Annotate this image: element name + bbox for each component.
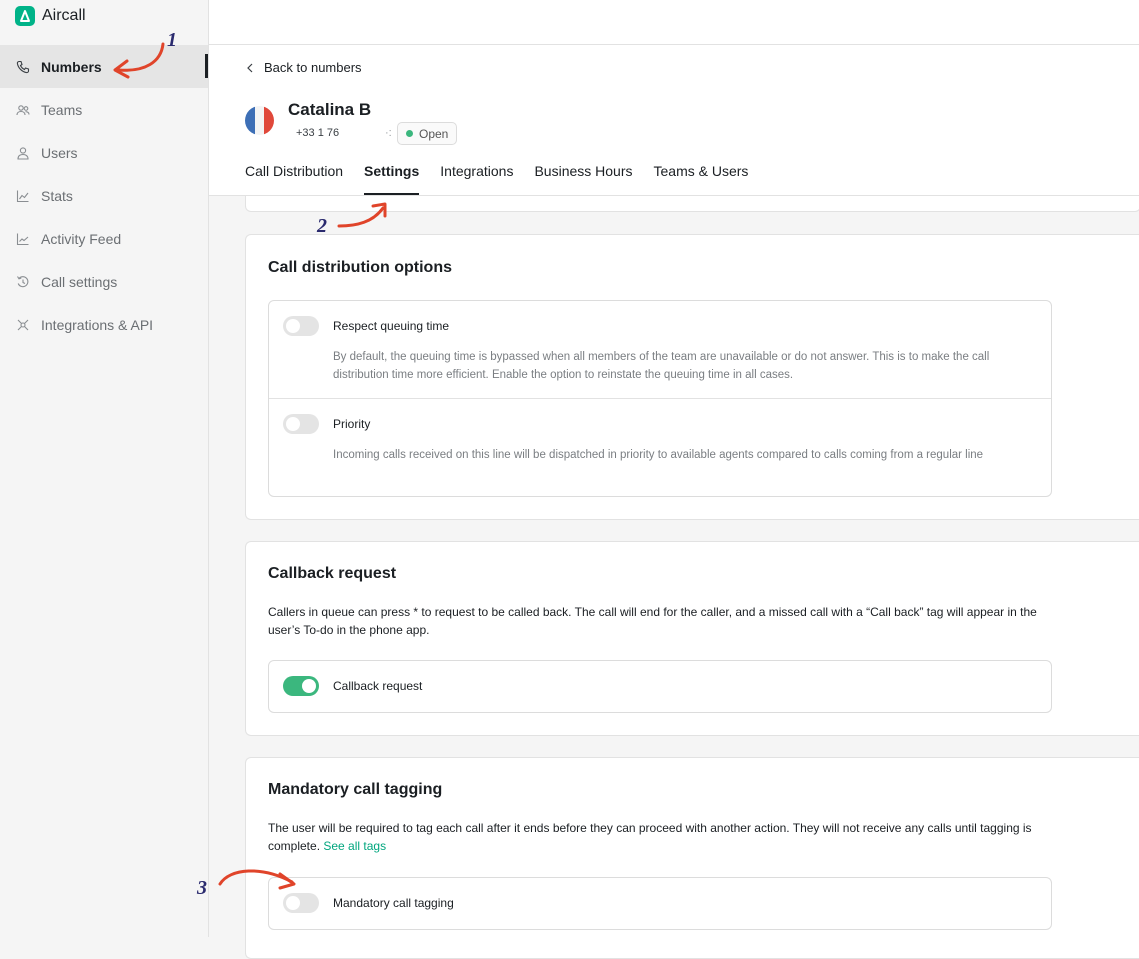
sidebar-item-teams[interactable]: Teams bbox=[0, 88, 208, 131]
status-badge: Open bbox=[397, 122, 458, 145]
number-header: Back to numbers Catalina B +33 1 76 ·: O… bbox=[209, 45, 1139, 196]
annotation-arrow-2-icon bbox=[337, 202, 387, 228]
brand[interactable]: Aircall bbox=[15, 6, 86, 26]
sidebar-item-label: Call settings bbox=[41, 273, 118, 290]
tab-integrations[interactable]: Integrations bbox=[440, 163, 513, 195]
tagging-option-box: Mandatory call tagging bbox=[268, 877, 1052, 930]
number-name: Catalina B bbox=[288, 100, 372, 119]
tab-settings[interactable]: Settings bbox=[364, 163, 420, 195]
option-label: Callback request bbox=[333, 679, 423, 693]
sidebar-item-label: Stats bbox=[41, 187, 73, 204]
france-flag-icon bbox=[245, 106, 274, 135]
back-label: Back to numbers bbox=[264, 60, 362, 75]
phone-icon bbox=[16, 60, 30, 73]
number-phone-redacted: ·: bbox=[385, 127, 392, 139]
card-description: The user will be required to tag each ca… bbox=[268, 819, 1038, 855]
status-label: Open bbox=[419, 126, 449, 141]
status-dot-icon bbox=[406, 130, 413, 137]
sidebar: Aircall Numbers Teams Users Stats Activi… bbox=[0, 0, 209, 937]
priority-toggle[interactable] bbox=[283, 414, 319, 434]
sidebar-item-label: Numbers bbox=[41, 58, 102, 75]
tab-call-distribution[interactable]: Call Distribution bbox=[245, 163, 343, 195]
option-label: Respect queuing time bbox=[333, 319, 450, 333]
mandatory-call-tagging-card: Mandatory call tagging The user will be … bbox=[245, 757, 1139, 959]
stats-icon bbox=[16, 190, 29, 202]
teams-icon bbox=[16, 104, 30, 115]
card-title: Mandatory call tagging bbox=[268, 781, 443, 798]
toggle-knob bbox=[286, 319, 300, 333]
annotation-number-3: 3 bbox=[197, 877, 207, 899]
option-description: By default, the queuing time is bypassed… bbox=[333, 351, 990, 381]
tab-teams-users[interactable]: Teams & Users bbox=[654, 163, 749, 195]
sidebar-nav: Numbers Teams Users Stats Activity Feed … bbox=[0, 45, 208, 346]
annotation-arrow-1-icon bbox=[113, 42, 165, 79]
callback-option-box: Callback request bbox=[268, 660, 1052, 713]
call-distribution-card: Call distribution options Respect queuin… bbox=[245, 234, 1139, 520]
integrations-icon bbox=[17, 319, 29, 330]
tab-business-hours[interactable]: Business Hours bbox=[534, 163, 632, 195]
option-label: Priority bbox=[333, 417, 371, 431]
chevron-left-icon bbox=[247, 63, 253, 72]
respect-queuing-time-toggle[interactable] bbox=[283, 316, 319, 336]
annotation-number-2: 2 bbox=[317, 215, 327, 237]
see-all-tags-link[interactable]: See all tags bbox=[323, 839, 386, 853]
aircall-logo-icon bbox=[15, 6, 35, 26]
call-settings-icon bbox=[17, 275, 29, 287]
number-phone: +33 1 76 bbox=[296, 127, 340, 139]
sidebar-item-label: Activity Feed bbox=[41, 230, 122, 247]
card-description: Callers in queue can press * to request … bbox=[268, 605, 1037, 637]
sidebar-item-users[interactable]: Users bbox=[0, 131, 208, 174]
sidebar-item-stats[interactable]: Stats bbox=[0, 174, 208, 217]
sidebar-item-label: Users bbox=[41, 144, 78, 161]
back-to-numbers-link[interactable]: Back to numbers bbox=[246, 60, 362, 75]
callback-request-toggle[interactable] bbox=[283, 676, 319, 696]
main-content: Back to numbers Catalina B +33 1 76 ·: O… bbox=[209, 0, 1139, 959]
activity-icon bbox=[16, 233, 29, 245]
option-priority: Priority Incoming calls received on this… bbox=[269, 398, 1051, 496]
annotation-arrow-3-icon bbox=[218, 869, 296, 890]
user-icon bbox=[17, 146, 29, 160]
sidebar-item-integrations-api[interactable]: Integrations & API bbox=[0, 303, 208, 346]
callback-request-card: Callback request Callers in queue can pr… bbox=[245, 541, 1139, 736]
card-title: Callback request bbox=[268, 565, 397, 582]
sidebar-item-label: Integrations & API bbox=[41, 316, 154, 333]
top-bar bbox=[209, 0, 1139, 45]
brand-name: Aircall bbox=[42, 7, 86, 24]
sidebar-item-call-settings[interactable]: Call settings bbox=[0, 260, 208, 303]
option-description: Incoming calls received on this line wil… bbox=[333, 449, 984, 461]
distribution-options-box: Respect queuing time By default, the que… bbox=[268, 300, 1052, 497]
option-respect-queuing-time: Respect queuing time By default, the que… bbox=[269, 301, 1051, 398]
toggle-knob bbox=[286, 417, 300, 431]
number-tabs: Call Distribution Settings Integrations … bbox=[245, 163, 748, 195]
option-label: Mandatory call tagging bbox=[333, 896, 454, 910]
card-title: Call distribution options bbox=[268, 259, 452, 276]
toggle-knob bbox=[302, 679, 316, 693]
sidebar-item-label: Teams bbox=[41, 101, 83, 118]
sidebar-item-activity-feed[interactable]: Activity Feed bbox=[0, 217, 208, 260]
